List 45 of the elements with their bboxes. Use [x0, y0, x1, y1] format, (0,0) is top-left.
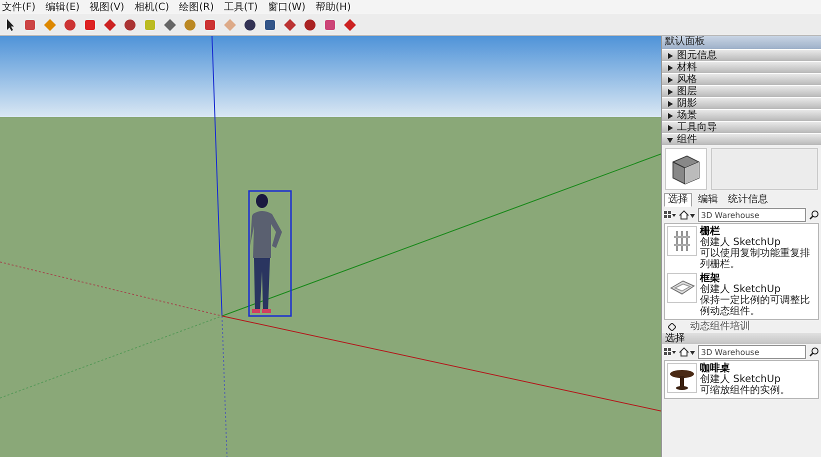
frame-thumbnail-icon: [667, 273, 697, 303]
panel-tab[interactable]: 统计信息: [724, 193, 772, 207]
panel-title: 默认面板: [662, 36, 821, 49]
panel-section-header[interactable]: 组件: [662, 133, 821, 145]
component-name: 框架: [700, 273, 720, 284]
component-list-item[interactable]: 框架 创建人 SketchUp 保持一定比例的可调整比例动态组件。: [667, 273, 816, 317]
view-options-icon[interactable]: [664, 210, 676, 220]
menu-item[interactable]: 帮助(H): [316, 0, 351, 14]
menu-item[interactable]: 窗口(W): [268, 0, 306, 14]
panel-tab[interactable]: 选择: [664, 193, 692, 207]
component-name: 咖啡桌: [700, 363, 731, 374]
component-description: 可以使用复制功能重复排列栅栏。: [700, 248, 811, 270]
fence-thumbnail-icon: [667, 226, 697, 256]
home-icon[interactable]: [679, 347, 695, 357]
component-creator: 创建人 SketchUp: [700, 374, 782, 385]
table-thumbnail-icon: [667, 363, 697, 393]
menu-item[interactable]: 工具(T): [224, 0, 258, 14]
panel-section-header[interactable]: 工具向导: [662, 121, 821, 133]
secondary-panel-title: 选择: [662, 333, 821, 344]
component-list-item[interactable]: 栅栏 创建人 SketchUp 可以使用复制功能重复排列栅栏。: [667, 226, 816, 270]
panel-section-header[interactable]: 图层: [662, 85, 821, 97]
dynamic-components-training-link[interactable]: 动态组件培训: [690, 321, 750, 332]
search-field[interactable]: 3D Warehouse: [698, 345, 806, 359]
home-icon[interactable]: [679, 210, 695, 220]
component-creator: 创建人 SketchUp: [700, 237, 781, 248]
panel-section-header[interactable]: 材料: [662, 61, 821, 73]
panel-tab[interactable]: 编辑: [694, 193, 722, 207]
component-description: 保持一定比例的可调整比例动态组件。: [700, 295, 811, 317]
component-creator: 创建人 SketchUp: [700, 284, 782, 295]
component-name: 栅栏: [700, 226, 720, 237]
component-description: 可缩放组件的实例。: [700, 385, 790, 396]
diamond-icon[interactable]: [668, 322, 676, 330]
component-preview-icon: [665, 148, 707, 190]
menu-item[interactable]: 文件(F): [2, 0, 36, 14]
component-list-item[interactable]: 咖啡桌 创建人 SketchUp 可缩放组件的实例。: [667, 363, 816, 396]
view-options-icon[interactable]: [664, 347, 676, 357]
panel-section-header[interactable]: 风格: [662, 73, 821, 85]
menu-item[interactable]: 视图(V): [90, 0, 124, 14]
menu-item[interactable]: 绘图(R): [179, 0, 214, 14]
menu-item[interactable]: 编辑(E): [46, 0, 80, 14]
menu-item[interactable]: 相机(C): [134, 0, 170, 14]
search-field[interactable]: 3D Warehouse: [698, 208, 806, 222]
panel-section-header[interactable]: 图元信息: [662, 49, 821, 61]
panel-section-header[interactable]: 场景: [662, 109, 821, 121]
panel-section-header[interactable]: 阴影: [662, 97, 821, 109]
